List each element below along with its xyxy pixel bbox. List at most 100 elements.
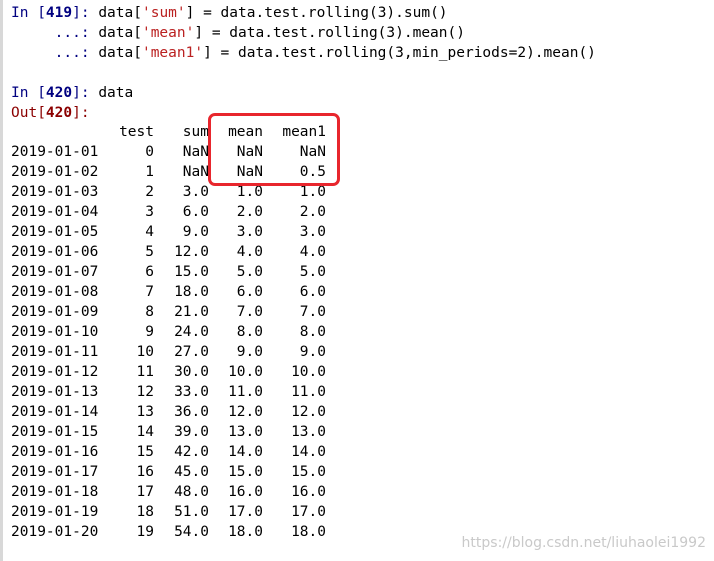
cell-mean1: 7.0 (299, 304, 326, 320)
cell-test: 3 (145, 204, 154, 220)
cell-mean: 17.0 (228, 504, 263, 520)
cell-test: 11 (136, 364, 154, 380)
cell-mean1: 15.0 (291, 464, 326, 480)
cell-mean1: 13.0 (291, 424, 326, 440)
cell-sum: 33.0 (174, 384, 209, 400)
cell-test: 18 (136, 504, 154, 520)
cell-sum: 51.0 (174, 504, 209, 520)
table-row: 2019-01-06 5 12.0 4.0 4.0 (11, 242, 326, 262)
table-row: 2019-01-16 15 42.0 14.0 14.0 (11, 442, 326, 462)
row-index: 2019-01-20 (11, 524, 99, 540)
code-line-2[interactable]: ...: data['mean'] = data.test.rolling(3)… (11, 23, 465, 43)
cell-test: 10 (136, 344, 154, 360)
cell-mean: 14.0 (228, 444, 263, 460)
cell-sum: NaN (182, 164, 209, 180)
row-index: 2019-01-12 (11, 364, 99, 380)
code-line-data[interactable]: In [420]: data (11, 83, 133, 103)
cell-mean: 10.0 (228, 364, 263, 380)
cell-test: 8 (145, 304, 154, 320)
cell-mean: 12.0 (228, 404, 263, 420)
continuation-prompt: ...: (54, 25, 90, 41)
row-index: 2019-01-02 (11, 164, 99, 180)
cell-sum: 39.0 (174, 424, 209, 440)
cell-mean: 8.0 (236, 324, 263, 340)
cell-test: 0 (145, 144, 154, 160)
row-index: 2019-01-07 (11, 264, 99, 280)
cell-mean1: 10.0 (291, 364, 326, 380)
cell-test: 15 (136, 444, 154, 460)
cell-test: 19 (136, 524, 154, 540)
table-header-row: test sum mean mean1 (11, 122, 326, 142)
cell-sum: 24.0 (174, 324, 209, 340)
cell-mean: 15.0 (228, 464, 263, 480)
table-row: 2019-01-11 10 27.0 9.0 9.0 (11, 342, 326, 362)
table-row: 2019-01-01 0 NaN NaN NaN (11, 142, 326, 162)
continuation-prompt: ...: (54, 45, 90, 61)
cell-mean: 16.0 (228, 484, 263, 500)
cell-mean: 5.0 (236, 264, 263, 280)
table-row: 2019-01-08 7 18.0 6.0 6.0 (11, 282, 326, 302)
table-row: 2019-01-13 12 33.0 11.0 11.0 (11, 382, 326, 402)
row-index: 2019-01-09 (11, 304, 99, 320)
column-header-test: test (119, 124, 154, 140)
dataframe-output: test sum mean mean1 2019-01-01 0 NaN NaN NaN… (11, 122, 326, 542)
row-index: 2019-01-11 (11, 344, 99, 360)
cell-test: 1 (145, 164, 154, 180)
cell-sum: 15.0 (174, 264, 209, 280)
cell-sum: 36.0 (174, 404, 209, 420)
table-row: 2019-01-07 6 15.0 5.0 5.0 (11, 262, 326, 282)
row-index: 2019-01-14 (11, 404, 99, 420)
table-row: 2019-01-15 14 39.0 13.0 13.0 (11, 422, 326, 442)
cell-test: 14 (136, 424, 154, 440)
cell-test: 9 (145, 324, 154, 340)
table-row: 2019-01-19 18 51.0 17.0 17.0 (11, 502, 326, 522)
row-index: 2019-01-19 (11, 504, 99, 520)
row-index: 2019-01-15 (11, 424, 99, 440)
table-row: 2019-01-17 16 45.0 15.0 15.0 (11, 462, 326, 482)
cell-sum: 27.0 (174, 344, 209, 360)
cell-mean: 11.0 (228, 384, 263, 400)
row-index: 2019-01-01 (11, 144, 99, 160)
row-index: 2019-01-18 (11, 484, 99, 500)
code-line-1[interactable]: In [419]: data['sum'] = data.test.rollin… (11, 3, 448, 23)
cell-sidebar (0, 0, 3, 561)
cell-mean1: 9.0 (299, 344, 326, 360)
table-row: 2019-01-02 1 NaN NaN 0.5 (11, 162, 326, 182)
cell-test: 7 (145, 284, 154, 300)
row-index: 2019-01-13 (11, 384, 99, 400)
cell-sum: 21.0 (174, 304, 209, 320)
cell-mean1: 16.0 (291, 484, 326, 500)
cell-mean: 4.0 (236, 244, 263, 260)
cell-sum: 18.0 (174, 284, 209, 300)
cell-sum: 42.0 (174, 444, 209, 460)
cell-mean: 6.0 (236, 284, 263, 300)
input-prompt-419: In [419]: (11, 5, 90, 21)
watermark: https://blog.csdn.net/liuhaolei1992 (461, 535, 706, 551)
row-index: 2019-01-03 (11, 184, 99, 200)
cell-sum: 54.0 (174, 524, 209, 540)
row-index: 2019-01-04 (11, 204, 99, 220)
row-index: 2019-01-17 (11, 464, 99, 480)
cell-mean: 18.0 (228, 524, 263, 540)
cell-mean1: 12.0 (291, 404, 326, 420)
cell-mean1: 2.0 (299, 204, 326, 220)
cell-test: 13 (136, 404, 154, 420)
row-index: 2019-01-05 (11, 224, 99, 240)
cell-sum: 45.0 (174, 464, 209, 480)
cell-mean: 3.0 (236, 224, 263, 240)
cell-test: 12 (136, 384, 154, 400)
row-index: 2019-01-08 (11, 284, 99, 300)
cell-sum: 6.0 (182, 204, 209, 220)
table-row: 2019-01-14 13 36.0 12.0 12.0 (11, 402, 326, 422)
cell-mean: 2.0 (236, 204, 263, 220)
table-row: 2019-01-05 4 9.0 3.0 3.0 (11, 222, 326, 242)
cell-mean1: 6.0 (299, 284, 326, 300)
table-row: 2019-01-20 19 54.0 18.0 18.0 (11, 522, 326, 542)
cell-sum: 12.0 (174, 244, 209, 260)
cell-mean1: 4.0 (299, 244, 326, 260)
cell-test: 5 (145, 244, 154, 260)
cell-mean1: 14.0 (291, 444, 326, 460)
cell-sum: NaN (182, 144, 209, 160)
code-line-3[interactable]: ...: data['mean1'] = data.test.rolling(3… (11, 43, 596, 63)
cell-mean1: 17.0 (291, 504, 326, 520)
